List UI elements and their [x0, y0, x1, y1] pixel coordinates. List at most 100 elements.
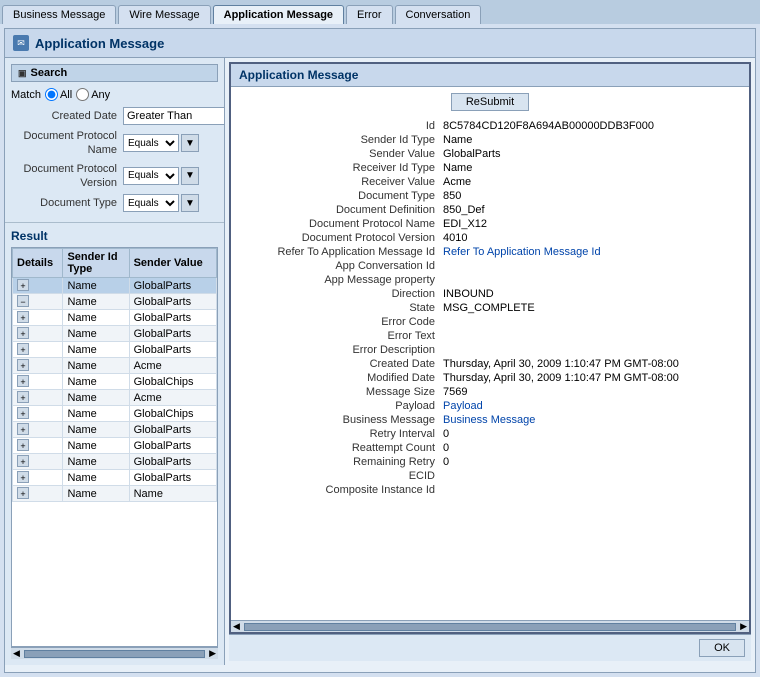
detail-row: Receiver Value Acme	[239, 175, 741, 189]
detail-field-label: Reattempt Count	[239, 441, 439, 455]
body-layout: ▣ Search Match All Any Created Date	[5, 58, 755, 665]
table-row[interactable]: + Name GlobalParts	[13, 310, 217, 326]
detail-row: Document Protocol Version 4010	[239, 231, 741, 245]
expand-cell[interactable]: +	[13, 358, 63, 374]
created-date-input[interactable]	[123, 107, 225, 125]
ok-button[interactable]: OK	[699, 639, 745, 657]
table-row[interactable]: + Name GlobalParts	[13, 454, 217, 470]
table-row[interactable]: + Name Acme	[13, 390, 217, 406]
scroll-right-arrow[interactable]: ▶	[207, 648, 218, 659]
sender-id-type-cell: Name	[63, 390, 129, 406]
scroll-right-arrow[interactable]: ▶	[740, 621, 747, 632]
doc-protocol-name-btn[interactable]: ▼	[181, 134, 199, 152]
sender-value-cell: GlobalParts	[129, 294, 216, 310]
table-row[interactable]: − Name GlobalParts	[13, 294, 217, 310]
detail-field-label: Document Protocol Version	[239, 231, 439, 245]
detail-row: Document Definition 850_Def	[239, 203, 741, 217]
doc-protocol-name-row: Document ProtocolName Equals ▼	[11, 129, 218, 158]
detail-field-value: Payload	[439, 399, 741, 413]
doc-type-btn[interactable]: ▼	[181, 194, 199, 212]
resubmit-row: ReSubmit	[239, 93, 741, 111]
sender-id-type-cell: Name	[63, 294, 129, 310]
expand-cell[interactable]: +	[13, 310, 63, 326]
doc-protocol-version-select[interactable]: Equals	[123, 167, 179, 185]
table-row[interactable]: + Name GlobalParts	[13, 438, 217, 454]
table-row[interactable]: + Name Name	[13, 486, 217, 502]
table-row[interactable]: + Name GlobalChips	[13, 406, 217, 422]
tab-conversation[interactable]: Conversation	[395, 5, 482, 24]
detail-field-value: 0	[439, 455, 741, 469]
detail-row: Created Date Thursday, April 30, 2009 1:…	[239, 357, 741, 371]
detail-scrollbar[interactable]: ◀ ▶	[231, 620, 749, 632]
sender-id-type-cell: Name	[63, 486, 129, 502]
detail-field-label: Refer To Application Message Id	[239, 245, 439, 259]
sender-id-type-cell: Name	[63, 438, 129, 454]
scroll-left-arrow[interactable]: ◀	[233, 621, 240, 632]
tab-error[interactable]: Error	[346, 5, 392, 24]
table-row[interactable]: + Name GlobalChips	[13, 374, 217, 390]
detail-field-value: Name	[439, 133, 741, 147]
detail-field-value: GlobalParts	[439, 147, 741, 161]
collapse-icon[interactable]: ▣	[18, 68, 27, 79]
detail-field-label: Message Size	[239, 385, 439, 399]
detail-field-label: Error Code	[239, 315, 439, 329]
detail-field-label: Remaining Retry	[239, 455, 439, 469]
match-all-radio[interactable]: All	[45, 88, 72, 101]
detail-field-label: Receiver Value	[239, 175, 439, 189]
match-label: Match	[11, 89, 41, 101]
result-scrollbar[interactable]: ◀ ▶	[11, 647, 218, 659]
expand-cell[interactable]: +	[13, 406, 63, 422]
expand-cell[interactable]: +	[13, 326, 63, 342]
scroll-left-arrow[interactable]: ◀	[11, 648, 22, 659]
col-sender-value: Sender Value	[129, 249, 216, 278]
sender-id-type-cell: Name	[63, 470, 129, 486]
detail-row: Business Message Business Message	[239, 413, 741, 427]
expand-cell[interactable]: +	[13, 422, 63, 438]
table-row[interactable]: + Name GlobalParts	[13, 326, 217, 342]
detail-row: Sender Id Type Name	[239, 133, 741, 147]
expand-cell[interactable]: +	[13, 278, 63, 294]
detail-field-value: MSG_COMPLETE	[439, 301, 741, 315]
detail-content: ReSubmit Id 8C5784CD120F8A694AB00000DDB3…	[231, 87, 749, 620]
detail-field-value	[439, 259, 741, 273]
table-row[interactable]: + Name GlobalParts	[13, 342, 217, 358]
page-title-icon: ✉	[13, 35, 29, 51]
tab-business-message[interactable]: Business Message	[2, 5, 116, 24]
table-row[interactable]: + Name Acme	[13, 358, 217, 374]
expand-cell[interactable]: +	[13, 438, 63, 454]
doc-protocol-version-row: Document ProtocolVersion Equals ▼	[11, 162, 218, 191]
detail-field-label: App Conversation Id	[239, 259, 439, 273]
tab-application-message[interactable]: Application Message	[213, 5, 344, 24]
table-row[interactable]: + Name GlobalParts	[13, 470, 217, 486]
detail-field-label: Payload	[239, 399, 439, 413]
detail-field-label: Composite Instance Id	[239, 483, 439, 497]
expand-cell[interactable]: +	[13, 374, 63, 390]
expand-cell[interactable]: +	[13, 470, 63, 486]
detail-row: Reattempt Count 0	[239, 441, 741, 455]
expand-cell[interactable]: −	[13, 294, 63, 310]
match-any-radio[interactable]: Any	[76, 88, 110, 101]
detail-field-value	[439, 273, 741, 287]
tab-wire-message[interactable]: Wire Message	[118, 5, 210, 24]
expand-cell[interactable]: +	[13, 454, 63, 470]
sender-value-cell: Acme	[129, 358, 216, 374]
doc-protocol-name-select[interactable]: Equals	[123, 134, 179, 152]
result-table: Details Sender IdType Sender Value + Nam…	[12, 248, 217, 502]
detail-row: Sender Value GlobalParts	[239, 147, 741, 161]
sender-value-cell: GlobalParts	[129, 422, 216, 438]
detail-field-label: Created Date	[239, 357, 439, 371]
detail-row: Document Type 850	[239, 189, 741, 203]
resubmit-button[interactable]: ReSubmit	[451, 93, 529, 111]
detail-field-label: Retry Interval	[239, 427, 439, 441]
expand-cell[interactable]: +	[13, 342, 63, 358]
detail-field-label: Sender Value	[239, 147, 439, 161]
detail-field-value: Thursday, April 30, 2009 1:10:47 PM GMT-…	[439, 371, 741, 385]
expand-cell[interactable]: +	[13, 486, 63, 502]
sender-value-cell: GlobalParts	[129, 326, 216, 342]
table-row[interactable]: + Name GlobalParts	[13, 278, 217, 294]
expand-cell[interactable]: +	[13, 390, 63, 406]
doc-protocol-version-btn[interactable]: ▼	[181, 167, 199, 185]
doc-type-select[interactable]: Equals	[123, 194, 179, 212]
table-row[interactable]: + Name GlobalParts	[13, 422, 217, 438]
detail-row: App Message property	[239, 273, 741, 287]
